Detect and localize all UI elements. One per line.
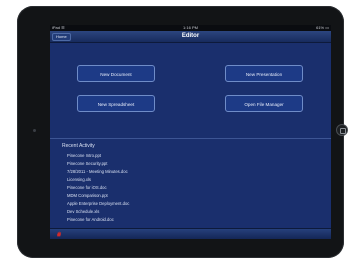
new-presentation-button[interactable]: New Presentation xyxy=(225,65,303,82)
recent-activity-heading: Recent Activity xyxy=(62,143,95,149)
recent-file-item[interactable]: Pinecone for iOS.doc xyxy=(67,184,129,192)
recent-file-item[interactable]: Apple Enterprise Deployment.doc xyxy=(67,200,129,208)
recent-file-item[interactable]: Dev Schedule.xls xyxy=(67,208,129,216)
recent-file-item[interactable]: Pinecone Security.ppt xyxy=(67,160,129,168)
recent-file-item[interactable]: Licensing.xls xyxy=(67,176,129,184)
recent-file-item[interactable]: MDM Comparison.ppt xyxy=(67,192,129,200)
front-camera xyxy=(33,129,36,132)
home-back-button[interactable]: Home xyxy=(52,33,71,41)
app-screen: iPad ☰ 1:16 PM 61% ▭ Editor Home New Doc… xyxy=(50,25,331,239)
recent-file-item[interactable]: Pinecone for Android.doc xyxy=(67,216,129,224)
new-spreadsheet-button[interactable]: New Spreadsheet xyxy=(77,95,155,112)
recent-activity-list: Pinecone Intro.ppt Pinecone Security.ppt… xyxy=(67,152,129,224)
page-title: Editor xyxy=(181,33,200,39)
section-divider xyxy=(50,138,331,139)
navigation-bar: Editor Home xyxy=(50,31,331,43)
red-hand-icon[interactable] xyxy=(56,231,62,237)
open-file-manager-button[interactable]: Open File Manager xyxy=(225,95,303,112)
recent-file-item[interactable]: 7/28/2011 - Meeting Minutes.doc xyxy=(67,168,129,176)
home-button-icon[interactable] xyxy=(336,124,348,136)
recent-file-item[interactable]: Pinecone Intro.ppt xyxy=(67,152,129,160)
new-document-button[interactable]: New Document xyxy=(77,65,155,82)
bottom-toolbar xyxy=(50,228,331,239)
